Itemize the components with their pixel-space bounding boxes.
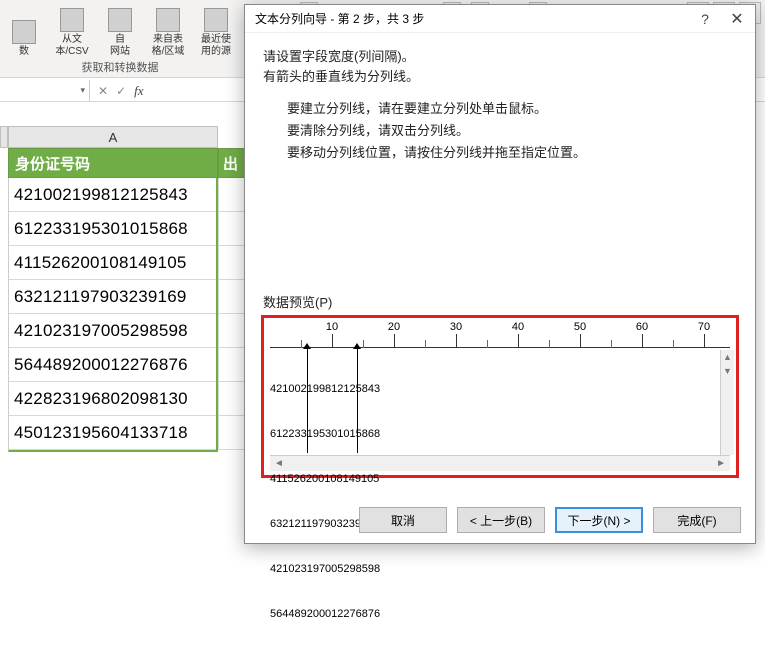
header-cell-id[interactable]: 身份证号码 <box>8 148 218 178</box>
ruler-num: 10 <box>326 321 338 333</box>
sub-instruction: 要建立分列线，请在要建立分列处单击鼠标。 <box>287 99 737 119</box>
csv-icon <box>60 8 84 32</box>
ruler-num: 40 <box>512 321 524 333</box>
horizontal-scrollbar[interactable]: ◄► <box>270 455 730 471</box>
ribbon-btn-label: 从文 <box>62 34 82 46</box>
fx-icon[interactable]: fx <box>134 83 143 99</box>
preview-label: 数据预览(P) <box>263 293 737 313</box>
data-cell[interactable]: 421023197005298598 <box>9 314 216 348</box>
ribbon-btn-2[interactable]: 自网站 <box>96 2 144 60</box>
table-icon <box>156 8 180 32</box>
dialog-buttons: 取消 < 上一步(B) 下一步(N) > 完成(F) <box>359 507 741 533</box>
data-cell[interactable]: 632121197903239169 <box>9 280 216 314</box>
chevron-down-icon[interactable]: ▾ <box>80 85 85 96</box>
scroll-down-icon[interactable]: ▼ <box>721 364 734 378</box>
ribbon-btn-label: 最近使 <box>201 34 231 46</box>
scroll-up-icon[interactable]: ▲ <box>721 350 734 364</box>
back-button[interactable]: < 上一步(B) <box>457 507 545 533</box>
data-icon <box>12 20 36 44</box>
ribbon-btn-1[interactable]: 从文本/CSV <box>48 2 96 60</box>
dialog-titlebar[interactable]: 文本分列向导 - 第 2 步，共 3 步 ? ✕ <box>245 5 755 33</box>
ruler-num: 60 <box>636 321 648 333</box>
scroll-right-icon[interactable]: ► <box>716 458 726 469</box>
ribbon-btn-label2: 本/CSV <box>55 46 88 58</box>
preview-row: 612233195301015868 <box>270 427 730 442</box>
fx-area: ✕ ✓ fx <box>90 83 144 99</box>
column-header-a[interactable]: A <box>8 126 218 148</box>
ribbon-btn-label2: 用的源 <box>201 46 231 58</box>
data-cell[interactable]: 612233195301015868 <box>9 212 216 246</box>
sub-instruction: 要移动分列线位置，请按住分列线并拖至指定位置。 <box>287 143 737 163</box>
ribbon-btn-label2: 格/区域 <box>152 46 185 58</box>
vertical-scrollbar[interactable]: ▲▼ <box>720 350 734 455</box>
preview-inner[interactable]: 10 20 30 40 50 60 70 421002199812125843 … <box>270 322 730 471</box>
next-button[interactable]: 下一步(N) > <box>555 507 643 533</box>
sheet-corner[interactable] <box>0 126 8 148</box>
preview-row: 421002199812125843 <box>270 382 730 397</box>
preview-box: 10 20 30 40 50 60 70 421002199812125843 … <box>261 315 739 478</box>
ruler-num: 20 <box>388 321 400 333</box>
sub-instruction: 要清除分列线，请双击分列线。 <box>287 121 737 141</box>
ribbon-btn-4[interactable]: 最近使用的源 <box>192 2 240 60</box>
enter-formula-icon[interactable]: ✓ <box>116 84 126 98</box>
preview-row: 564489200012276876 <box>270 607 730 622</box>
help-icon[interactable]: ? <box>691 11 719 27</box>
dialog-title-text: 文本分列向导 - 第 2 步，共 3 步 <box>255 10 424 27</box>
finish-button[interactable]: 完成(F) <box>653 507 741 533</box>
ruler[interactable]: 10 20 30 40 50 60 70 <box>270 322 730 348</box>
ribbon-btn-0[interactable]: 数 <box>0 2 48 60</box>
data-cell[interactable]: 411526200108149105 <box>9 246 216 280</box>
data-area: 421002199812125843 612233195301015868 41… <box>8 178 218 452</box>
instruction-text: 请设置字段宽度(列间隔)。 有箭头的垂直线为分列线。 <box>263 47 737 87</box>
ruler-num: 70 <box>698 321 710 333</box>
arrow-up-icon <box>353 343 361 349</box>
ribbon-btn-3[interactable]: 来自表格/区域 <box>144 2 192 60</box>
web-icon <box>108 8 132 32</box>
ruler-num: 50 <box>574 321 586 333</box>
close-icon[interactable]: ✕ <box>719 9 755 29</box>
ribbon-btn-label: 数 <box>19 46 29 58</box>
text-to-columns-dialog: 文本分列向导 - 第 2 步，共 3 步 ? ✕ 请设置字段宽度(列间隔)。 有… <box>244 4 756 544</box>
ribbon-btn-label2: 网站 <box>110 46 130 58</box>
data-cell[interactable]: 450123195604133718 <box>9 416 216 450</box>
ribbon-btn-label: 来自表 <box>153 34 183 46</box>
ruler-num: 30 <box>450 321 462 333</box>
cancel-formula-icon[interactable]: ✕ <box>98 84 108 98</box>
preview-row: 421023197005298598 <box>270 562 730 577</box>
data-cell[interactable]: 421002199812125843 <box>9 178 216 212</box>
preview-data: 421002199812125843 612233195301015868 41… <box>270 352 730 652</box>
instr-line: 有箭头的垂直线为分列线。 <box>263 67 737 87</box>
cancel-button[interactable]: 取消 <box>359 507 447 533</box>
arrow-up-icon <box>303 343 311 349</box>
name-box[interactable]: ▾ <box>0 80 90 101</box>
preview-row: 411526200108149105 <box>270 472 730 487</box>
recent-icon <box>204 8 228 32</box>
ribbon-btn-label: 自 <box>115 34 125 46</box>
instr-line: 请设置字段宽度(列间隔)。 <box>263 47 737 67</box>
data-cell[interactable]: 422823196802098130 <box>9 382 216 416</box>
data-cell[interactable]: 564489200012276876 <box>9 348 216 382</box>
ribbon-group-label: 获取和转换数据 <box>0 59 240 75</box>
dialog-body: 请设置字段宽度(列间隔)。 有箭头的垂直线为分列线。 要建立分列线，请在要建立分… <box>245 33 755 313</box>
scroll-left-icon[interactable]: ◄ <box>274 458 284 469</box>
